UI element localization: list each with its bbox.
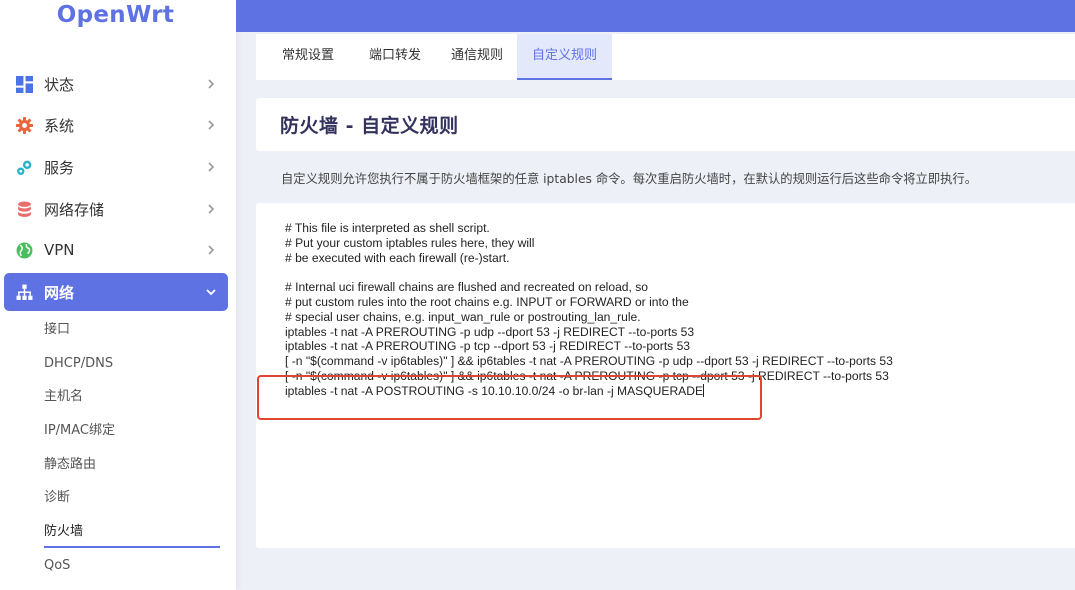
submenu-item-dhcp-dns[interactable]: DHCP/DNS xyxy=(44,354,113,374)
network-icon xyxy=(16,284,33,300)
tab-port-forwards[interactable]: 端口转发 xyxy=(355,34,435,80)
highlight-annotation-box xyxy=(257,375,762,420)
chevron-right-icon xyxy=(208,79,215,89)
code-line: # put custom rules into the root chains … xyxy=(285,294,689,309)
code-line: # Internal uci firewall chains are flush… xyxy=(285,280,649,295)
chevron-right-icon xyxy=(208,245,215,255)
chevron-down-icon xyxy=(206,289,216,296)
submenu-item-ip-mac-binding[interactable]: IP/MAC绑定 xyxy=(44,421,115,441)
sidebar-item-label: 状态 xyxy=(44,75,75,94)
sidebar-item-services[interactable]: 服务 xyxy=(4,148,228,186)
sidebar-item-label: 系统 xyxy=(44,116,75,135)
chevron-right-icon xyxy=(208,162,215,172)
submenu-item-interfaces[interactable]: 接口 xyxy=(44,320,70,340)
sidebar-item-system[interactable]: 系统 xyxy=(4,106,228,144)
gear-icon xyxy=(16,117,33,134)
tab-general-settings[interactable]: 常规设置 xyxy=(273,34,343,80)
tab-traffic-rules[interactable]: 通信规则 xyxy=(437,34,517,80)
chevron-right-icon xyxy=(208,204,215,214)
services-icon xyxy=(17,160,32,175)
submenu-item-hostnames[interactable]: 主机名 xyxy=(44,387,83,407)
submenu-active-indicator xyxy=(44,546,220,548)
sidebar-item-storage[interactable]: 网络存储 xyxy=(4,190,228,228)
sidebar-item-label: 服务 xyxy=(44,158,75,177)
submenu-item-qos[interactable]: QoS xyxy=(44,556,70,576)
submenu-item-diagnostics[interactable]: 诊断 xyxy=(44,488,70,508)
section-description: 自定义规则允许您执行不属于防火墙框架的任意 iptables 命令。每次重启防火… xyxy=(281,172,978,186)
code-line: # This file is interpreted as shell scri… xyxy=(285,221,490,235)
dashboard-icon xyxy=(16,76,33,93)
database-icon xyxy=(18,201,31,217)
code-line: iptables -t nat -A PREROUTING -p udp --d… xyxy=(285,324,695,339)
sidebar-item-status[interactable]: 状态 xyxy=(4,65,228,103)
sidebar-item-label: VPN xyxy=(44,241,75,259)
top-header-bar xyxy=(236,0,1075,32)
code-line: # be executed with each firewall (re-)st… xyxy=(285,250,510,265)
chevron-right-icon xyxy=(208,120,215,130)
page-title-card: 防火墙 - 自定义规则 xyxy=(256,98,1075,151)
page-title: 防火墙 - 自定义规则 xyxy=(280,115,459,137)
code-line: # special user chains, e.g. input_wan_ru… xyxy=(285,309,641,324)
code-line: [ -n "$(command -v ip6tables)" ] && ip6t… xyxy=(285,354,893,369)
code-line: iptables -t nat -A PREROUTING -p tcp --d… xyxy=(285,339,691,354)
sidebar: OpenWrt 状态 系统 服务 网络存储 VPN 网络 接口 DHCP/DNS… xyxy=(0,0,236,590)
tab-custom-rules[interactable]: 自定义规则 xyxy=(517,34,612,80)
sidebar-item-vpn[interactable]: VPN xyxy=(4,231,228,269)
submenu-item-static-routes[interactable]: 静态路由 xyxy=(44,455,96,475)
openwrt-logo[interactable]: OpenWrt xyxy=(0,2,236,28)
sidebar-item-label: 网络存储 xyxy=(44,200,105,219)
globe-icon xyxy=(16,242,33,259)
tab-bar: 常规设置 端口转发 通信规则 自定义规则 xyxy=(256,34,1075,80)
sidebar-item-network[interactable]: 网络 xyxy=(4,273,228,311)
submenu-item-firewall[interactable]: 防火墙 xyxy=(44,522,83,542)
code-line: # Put your custom iptables rules here, t… xyxy=(285,235,535,250)
sidebar-item-label: 网络 xyxy=(44,283,75,302)
